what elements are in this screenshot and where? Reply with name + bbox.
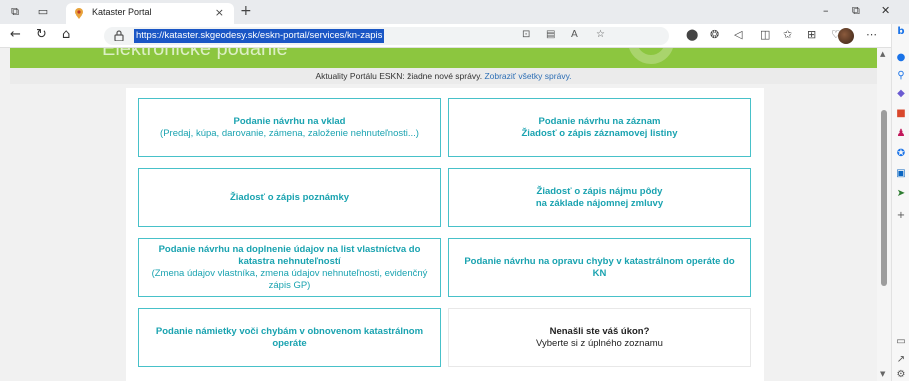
service-vklad-title: Podanie návrhu na vklad	[233, 115, 346, 127]
tag-icon[interactable]: ◆	[895, 88, 907, 100]
favorite-star-icon[interactable]: ☆	[596, 29, 605, 40]
service-poznamka[interactable]: Žiadosť o zápis poznámky	[138, 168, 441, 227]
minimize-icon[interactable]: –	[823, 4, 829, 17]
service-zaznam-line1: Podanie návrhu na záznam	[538, 115, 661, 127]
service-doplnenie[interactable]: Podanie návrhu na doplnenie údajov na li…	[138, 238, 441, 297]
service-najom-line1: Žiadosť o zápis nájmu pôdy	[536, 185, 663, 197]
scroll-down-icon[interactable]: ▼	[880, 370, 885, 378]
split-screen-icon[interactable]: ◫	[760, 28, 770, 41]
browser-toolbar: ← ↻ ⌂ https://kataster.skgeodesy.sk/eskn…	[0, 24, 909, 48]
page-viewport: Elektronické podanie Aktuality Portálu E…	[0, 48, 877, 381]
scrollbar-thumb[interactable]	[881, 110, 887, 286]
kataster-favicon-icon	[75, 8, 83, 19]
refresh-icon[interactable]: ↻	[36, 27, 47, 42]
news-text: Aktuality Portálu ESKN: žiadne nové sprá…	[315, 71, 483, 81]
lock-icon[interactable]	[114, 30, 124, 41]
service-oprava-title: Podanie návrhu na opravu chyby v katastr…	[464, 255, 735, 279]
copilot-icon[interactable]: b	[895, 26, 907, 38]
home-icon[interactable]: ⌂	[62, 27, 70, 42]
search-icon[interactable]: ⚲	[895, 70, 907, 82]
back-icon[interactable]: ←	[10, 27, 21, 42]
service-doplnenie-subtitle: (Zmena údajov vlastníka, zmena údajov ne…	[151, 267, 428, 291]
service-full-list[interactable]: Nenašli ste váš úkon? Vyberte si z úplné…	[448, 308, 751, 367]
search-decoration-icon	[628, 48, 674, 64]
extension-3-icon[interactable]: ◁	[734, 28, 742, 41]
url-text[interactable]: https://kataster.skgeodesy.sk/eskn-porta…	[134, 29, 385, 43]
service-namietka-title: Podanie námietky voči chybám v obnovenom…	[155, 325, 424, 349]
service-full-list-title: Nenašli ste váš úkon?	[549, 325, 650, 337]
edge-sidebar: b ● ⚲ ◆ ■ ♟ ✪ ▣ ➤ + ▭ ↗ ⚙	[891, 24, 909, 381]
sidebar-settings-icon[interactable]: ⚙	[895, 369, 907, 381]
extension-icon[interactable]: ⬤	[686, 28, 698, 41]
tab-strip: ⧉ ▭ Kataster Portal × + – ⧉ ✕	[0, 0, 909, 24]
restore-icon[interactable]: ⧉	[852, 4, 860, 18]
people-icon[interactable]: ♟	[895, 128, 907, 140]
address-bar[interactable]: https://kataster.skgeodesy.sk/eskn-porta…	[104, 27, 669, 45]
page-banner: Elektronické podanie	[10, 48, 877, 68]
news-bar: Aktuality Portálu ESKN: žiadne nové sprá…	[10, 68, 877, 84]
service-full-list-subtitle: Vyberte si z úplného zoznamu	[536, 337, 663, 349]
service-vklad-subtitle: (Predaj, kúpa, darovanie, zámena, založe…	[160, 127, 419, 139]
workspaces-icon[interactable]: ⧉	[8, 5, 22, 19]
page-scrollbar[interactable]: ▲ ▼	[877, 48, 891, 381]
more-options-icon[interactable]: ⋯	[866, 28, 877, 41]
collections-icon[interactable]: ⊞	[807, 28, 816, 41]
services-card: Podanie návrhu na vklad (Predaj, kúpa, d…	[126, 88, 764, 381]
service-zaznam[interactable]: Podanie návrhu na záznam Žiadosť o zápis…	[448, 98, 751, 157]
favorites-icon[interactable]: ✩	[783, 28, 792, 41]
service-zaznam-line2: Žiadosť o zápis záznamovej listiny	[521, 127, 678, 139]
service-oprava[interactable]: Podanie návrhu na opravu chyby v katastr…	[448, 238, 751, 297]
service-namietka[interactable]: Podanie námietky voči chybám v obnovenom…	[138, 308, 441, 367]
shopping-icon[interactable]: ■	[895, 108, 907, 120]
service-doplnenie-title: Podanie návrhu na doplnenie údajov na li…	[158, 243, 421, 267]
service-najom[interactable]: Žiadosť o zápis nájmu pôdy na základe ná…	[448, 168, 751, 227]
read-aloud-icon[interactable]: A	[571, 29, 578, 40]
designer-icon[interactable]: ➤	[895, 188, 907, 200]
tab-close-icon[interactable]: ×	[215, 6, 224, 19]
add-sidebar-app-icon[interactable]: +	[895, 210, 907, 222]
service-vklad[interactable]: Podanie návrhu na vklad (Predaj, kúpa, d…	[138, 98, 441, 157]
service-poznamka-title: Žiadosť o zápis poznámky	[229, 191, 350, 203]
tab-kataster-portal[interactable]: Kataster Portal ×	[66, 3, 234, 24]
profile-avatar[interactable]	[838, 28, 854, 44]
app-available-icon[interactable]: ⊡	[522, 29, 530, 40]
tab-title: Kataster Portal	[92, 7, 152, 17]
service-najom-line2: na základe nájomnej zmluvy	[535, 197, 664, 209]
extension-2-icon[interactable]: ❂	[710, 28, 719, 41]
close-window-icon[interactable]: ✕	[881, 4, 890, 17]
show-all-news-link[interactable]: Zobraziť všetky správy.	[484, 71, 571, 81]
outlook-icon[interactable]: ▣	[895, 168, 907, 180]
sidebar-layout-icon[interactable]: ▭	[895, 336, 907, 348]
open-external-icon[interactable]: ↗	[895, 354, 907, 366]
pin-icon[interactable]: ●	[895, 52, 907, 64]
games-icon[interactable]: ✪	[895, 148, 907, 160]
reader-view-icon[interactable]: ▤	[546, 29, 555, 40]
page-title: Elektronické podanie	[102, 48, 288, 60]
new-tab-icon[interactable]: +	[240, 3, 252, 19]
tab-actions-icon[interactable]: ▭	[36, 5, 50, 19]
scroll-up-icon[interactable]: ▲	[880, 50, 885, 58]
